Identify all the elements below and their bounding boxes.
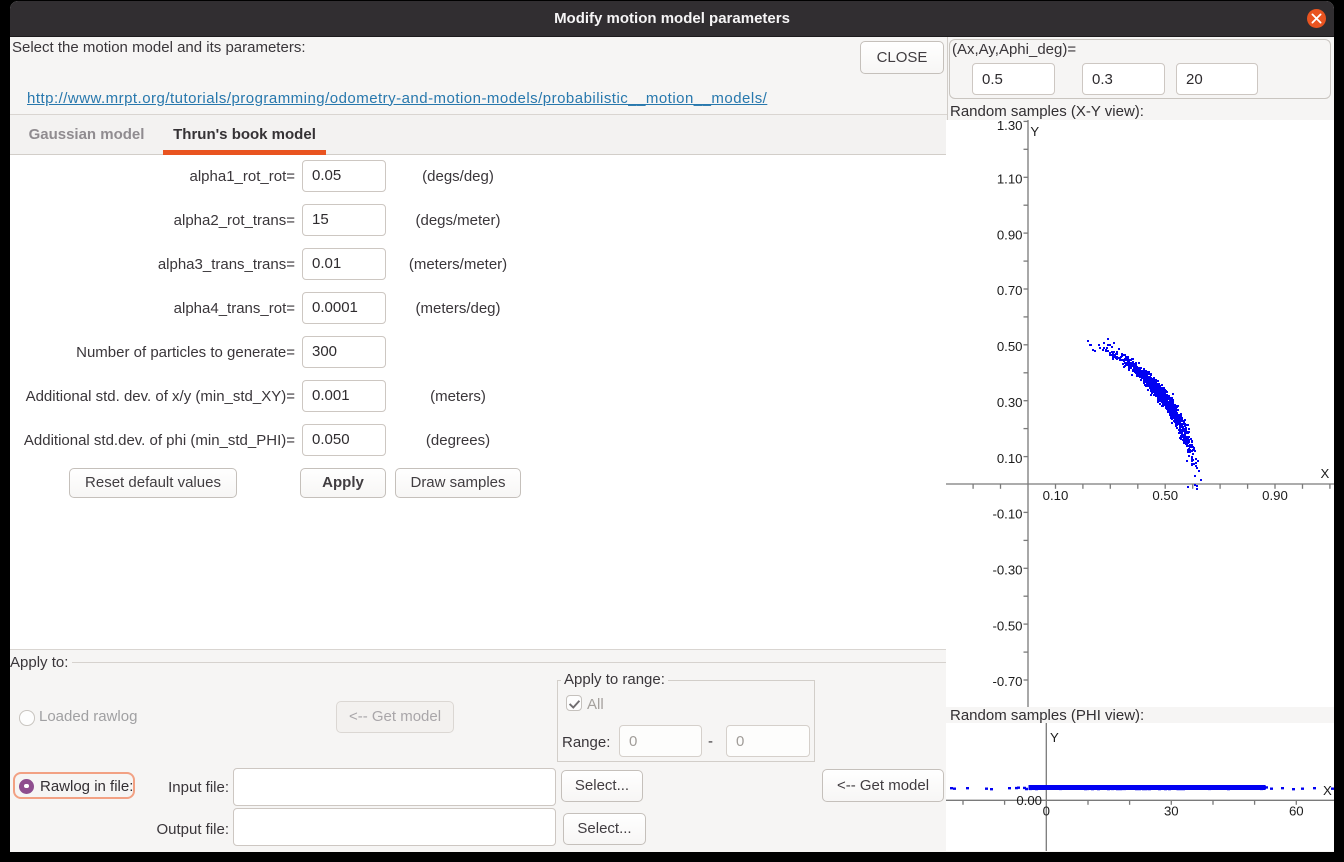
svg-text:1.10: 1.10 (997, 172, 1023, 187)
svg-text:-0.70: -0.70 (992, 674, 1022, 689)
svg-text:0.50: 0.50 (1152, 488, 1178, 503)
svg-text:X: X (1323, 783, 1332, 798)
svg-text:0: 0 (1043, 804, 1050, 819)
svg-text:0.10: 0.10 (1043, 488, 1069, 503)
svg-text:Y: Y (1030, 124, 1039, 139)
svg-text:0.90: 0.90 (1262, 488, 1288, 503)
svg-text:0.70: 0.70 (997, 283, 1023, 298)
svg-text:60: 60 (1289, 804, 1304, 819)
svg-text:0.10: 0.10 (997, 451, 1023, 466)
svg-text:30: 30 (1164, 804, 1179, 819)
svg-text:0.30: 0.30 (997, 395, 1023, 410)
svg-text:0.50: 0.50 (997, 339, 1023, 354)
svg-text:0.90: 0.90 (997, 227, 1023, 242)
svg-text:X: X (1321, 466, 1330, 481)
svg-text:Y: Y (1050, 730, 1059, 745)
svg-text:-0.30: -0.30 (992, 563, 1022, 578)
svg-text:-0.50: -0.50 (992, 618, 1022, 633)
svg-text:-0.10: -0.10 (992, 507, 1022, 522)
svg-text:0.00: 0.00 (1016, 793, 1042, 808)
svg-text:1.30: 1.30 (997, 120, 1023, 133)
